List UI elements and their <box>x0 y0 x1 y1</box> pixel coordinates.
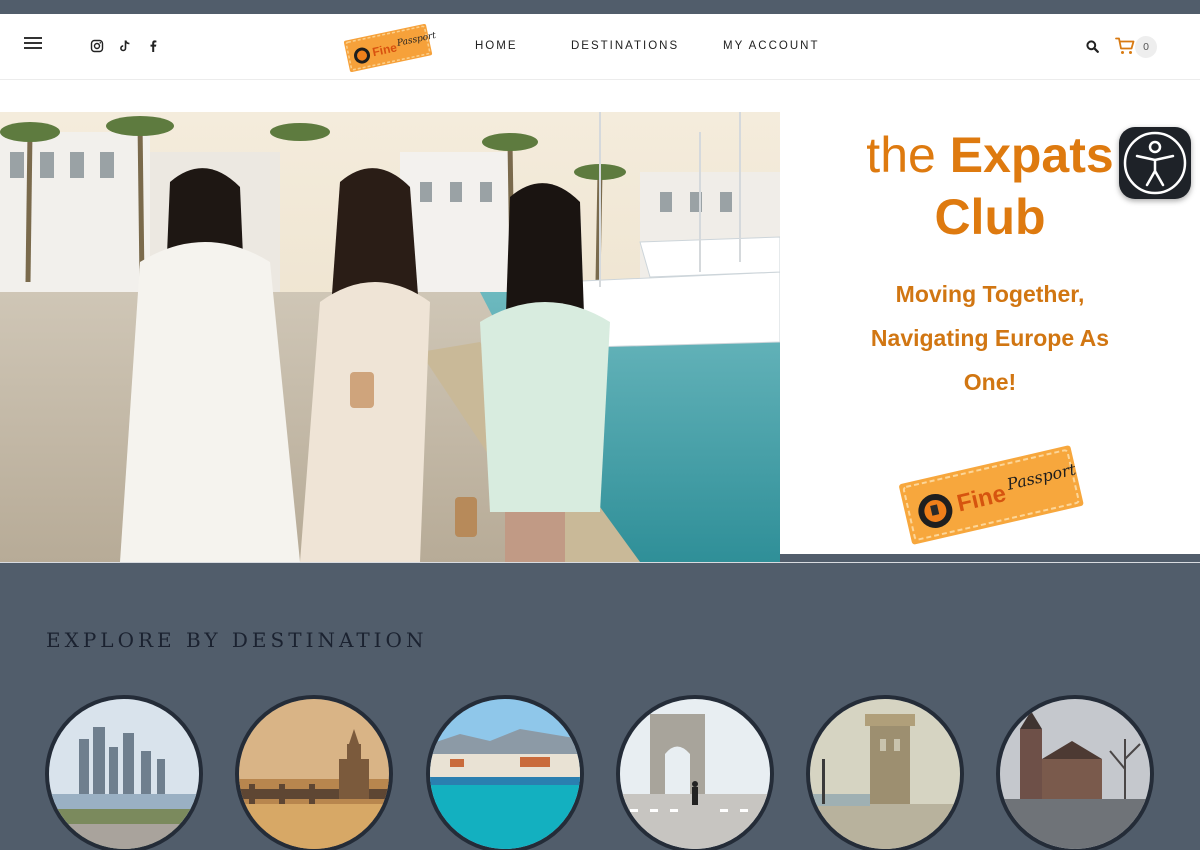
instagram-icon[interactable] <box>90 39 104 53</box>
top-strip <box>0 0 1200 14</box>
tiktok-icon[interactable] <box>118 39 132 53</box>
hero-title-light: the <box>866 127 936 183</box>
accessibility-icon[interactable] <box>1119 127 1191 199</box>
nav-destinations[interactable]: DESTINATIONS <box>571 40 679 52</box>
facebook-icon[interactable] <box>146 39 160 53</box>
hero-subtitle-line: One! <box>963 369 1017 395</box>
nav-home[interactable]: HOME <box>475 40 518 52</box>
hero-subtitle: Moving Together, Navigating Europe As On… <box>830 272 1150 404</box>
hero-title-expats: Expats <box>949 127 1114 183</box>
search-icon[interactable] <box>1086 40 1099 53</box>
explore-title: EXPLORE BY DESTINATION <box>46 628 428 652</box>
hamburger-menu-icon[interactable] <box>24 37 42 51</box>
fine-passport-stamp: Fine Passport <box>899 445 1084 545</box>
hero-subtitle-line: Navigating Europe As <box>870 325 1110 351</box>
cart-count-badge: 0 <box>1135 36 1157 58</box>
site-logo[interactable]: Fine Passport <box>340 20 436 76</box>
destination-card-malta[interactable] <box>426 695 584 850</box>
hero-divider-band <box>780 554 1200 562</box>
hero-title-club: Club <box>934 189 1046 245</box>
cart-icon[interactable] <box>1115 37 1135 55</box>
destination-card-prague[interactable] <box>235 695 393 850</box>
destination-card-poland[interactable] <box>996 695 1154 850</box>
hero-image <box>0 112 780 562</box>
site-header: Fine Passport HOME DESTINATIONS MY ACCOU… <box>0 14 1200 80</box>
destination-card-bucharest[interactable] <box>616 695 774 850</box>
destination-card-lisbon[interactable] <box>806 695 964 850</box>
destination-card-frankfurt[interactable] <box>45 695 203 850</box>
hero-subtitle-line: Moving Together, <box>895 281 1085 307</box>
nav-my-account[interactable]: MY ACCOUNT <box>723 40 819 52</box>
